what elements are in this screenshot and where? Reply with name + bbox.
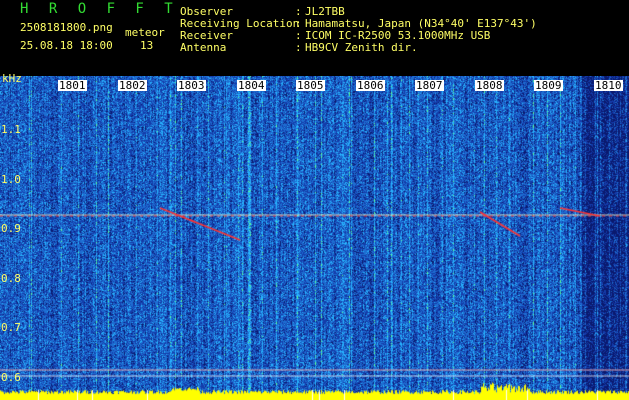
datetime-label: 25.08.18 18:00 [20, 39, 113, 52]
y-tick-label: 0.7 [1, 321, 21, 334]
x-tick-label: 1809 [534, 79, 563, 92]
app-title: H R O F F T [20, 1, 179, 17]
x-tick-label: 1801 [58, 79, 87, 92]
y-tick-label: 1.0 [1, 173, 21, 186]
meteor-label: meteor [125, 26, 165, 39]
x-tick-label: 1806 [356, 79, 385, 92]
y-tick-label: 0.9 [1, 222, 21, 235]
x-tick-label: 1805 [296, 79, 325, 92]
x-tick-label: 1804 [237, 79, 266, 92]
y-tick-label: 0.8 [1, 272, 21, 285]
y-tick-label: 0.6 [1, 371, 21, 384]
x-tick-label: 1807 [415, 79, 444, 92]
x-tick-label: 1802 [118, 79, 147, 92]
x-tick-label: 1803 [177, 79, 206, 92]
header-panel: H R O F F T 2508181800.png 25.08.18 18:0… [0, 0, 629, 76]
filename-label: 2508181800.png [20, 21, 113, 34]
antenna-value: HB9CV Zenith dir. [305, 41, 418, 54]
spectrogram-canvas [0, 76, 629, 400]
meteor-count: 13 [140, 39, 154, 52]
antenna-colon: : [295, 41, 302, 54]
y-tick-label: 1.1 [1, 123, 21, 136]
antenna-label: Antenna [180, 41, 227, 54]
x-tick-label: 1810 [594, 79, 623, 92]
x-tick-label: 1808 [475, 79, 504, 92]
y-axis-unit: kHz [2, 72, 22, 85]
